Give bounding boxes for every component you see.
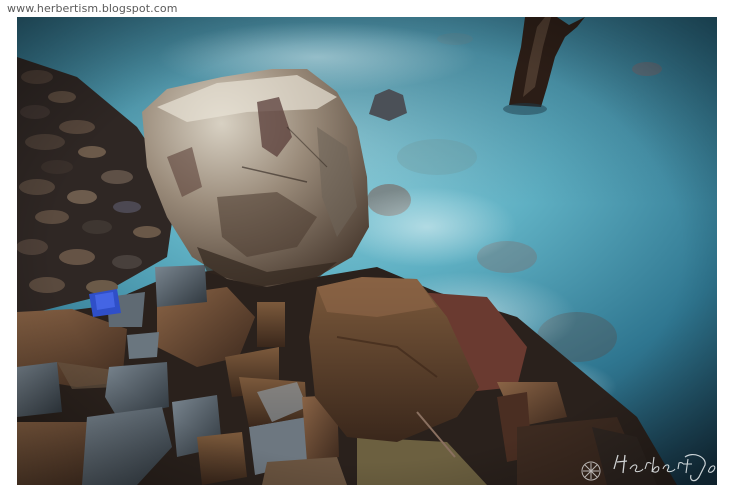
page-frame: www.herbertism.blogspot.com xyxy=(0,0,735,502)
watermark-emblem-icon xyxy=(581,461,601,481)
seascape-photo xyxy=(17,17,717,485)
source-url: www.herbertism.blogspot.com xyxy=(7,2,178,15)
